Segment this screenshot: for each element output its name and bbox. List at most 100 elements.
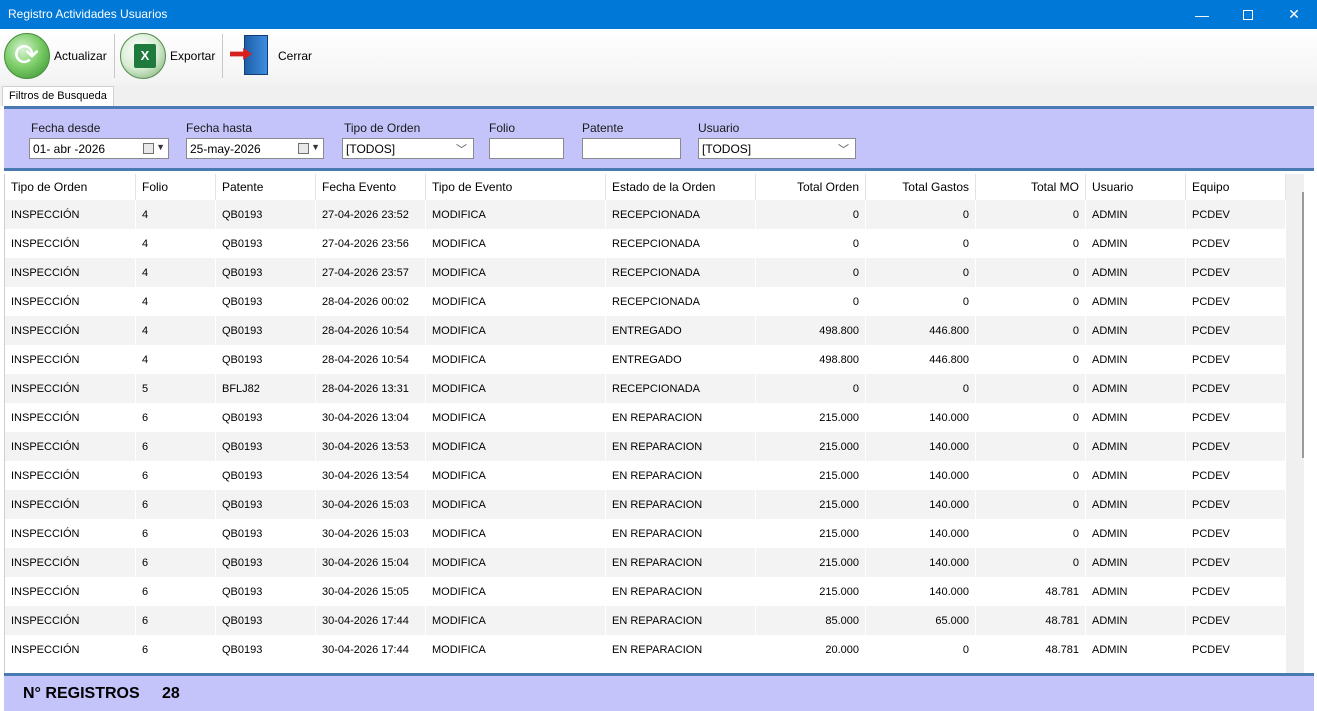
toolbar: Actualizar X Exportar Cerrar bbox=[0, 29, 1317, 85]
column-header-total-mo[interactable]: Total MO bbox=[976, 174, 1086, 200]
cell-estado-orden: EN REPARACION bbox=[606, 461, 756, 490]
cell-estado-orden: ENTREGADO bbox=[606, 316, 756, 345]
table-row[interactable]: INSPECCIÓN 6 QB0193 30-04-2026 17:44 MODIFIC… bbox=[5, 606, 1286, 635]
chevron-down-icon[interactable]: ﹀ bbox=[838, 141, 849, 157]
cell-usuario: ADMIN bbox=[1086, 432, 1186, 461]
export-button[interactable]: X Exportar bbox=[120, 32, 215, 80]
cell-usuario: ADMIN bbox=[1086, 461, 1186, 490]
table-row[interactable]: INSPECCIÓN 4 QB0193 27-04-2026 23:57 MODIFIC… bbox=[5, 258, 1286, 287]
cell-total-gastos: 0 bbox=[866, 374, 976, 403]
column-header-tipo-orden[interactable]: Tipo de Orden bbox=[5, 174, 136, 200]
filter-panel: Fecha desde 01- abr -2026 ▼ Fecha hasta … bbox=[4, 106, 1314, 171]
minimize-button[interactable]: — bbox=[1179, 0, 1225, 29]
cell-tipo-evento: MODIFICA bbox=[426, 548, 606, 577]
title-bar: Registro Actividades Usuarios — ✕ bbox=[0, 0, 1317, 29]
scrollbar-thumb[interactable] bbox=[1302, 192, 1304, 458]
cell-patente: BFLJ82 bbox=[216, 374, 316, 403]
cell-fecha-evento: 28-04-2026 10:54 bbox=[316, 316, 426, 345]
date-to-value: 25-may-2026 bbox=[190, 142, 261, 156]
plate-input[interactable] bbox=[582, 138, 681, 159]
column-header-equipo[interactable]: Equipo bbox=[1186, 174, 1286, 200]
table-row[interactable]: INSPECCIÓN 6 QB0193 30-04-2026 15:03 MODIFIC… bbox=[5, 519, 1286, 548]
table-row[interactable]: INSPECCIÓN 4 QB0193 28-04-2026 00:02 MODIFIC… bbox=[5, 287, 1286, 316]
chevron-down-icon[interactable]: ﹀ bbox=[456, 141, 467, 157]
cell-equipo: PCDEV bbox=[1186, 287, 1286, 316]
cell-fecha-evento: 28-04-2026 00:02 bbox=[316, 287, 426, 316]
table-row[interactable]: INSPECCIÓN 6 QB0193 30-04-2026 15:04 MODIFIC… bbox=[5, 548, 1286, 577]
column-header-usuario[interactable]: Usuario bbox=[1086, 174, 1186, 200]
cell-estado-orden: EN REPARACION bbox=[606, 432, 756, 461]
column-header-patente[interactable]: Patente bbox=[216, 174, 316, 200]
close-window-button[interactable]: ✕ bbox=[1271, 0, 1317, 29]
tab-search-filters[interactable]: Filtros de Busqueda bbox=[2, 86, 114, 106]
cell-folio: 4 bbox=[136, 200, 216, 229]
table-row[interactable]: INSPECCIÓN 6 QB0193 30-04-2026 13:04 MODIFIC… bbox=[5, 403, 1286, 432]
column-header-total-orden[interactable]: Total Orden bbox=[756, 174, 866, 200]
cell-total-mo: 48.781 bbox=[976, 606, 1086, 635]
date-to-picker[interactable]: 25-may-2026 ▼ bbox=[186, 138, 324, 159]
cell-tipo-orden: INSPECCIÓN bbox=[5, 432, 136, 461]
dropdown-arrow-icon[interactable]: ▼ bbox=[311, 142, 320, 152]
table-row[interactable]: INSPECCIÓN 4 QB0193 28-04-2026 10:54 MODIFIC… bbox=[5, 345, 1286, 374]
user-select[interactable]: [TODOS] ﹀ bbox=[698, 138, 856, 159]
cell-total-gastos: 140.000 bbox=[866, 519, 976, 548]
cell-folio: 4 bbox=[136, 345, 216, 374]
table-row[interactable]: INSPECCIÓN 6 QB0193 30-04-2026 17:44 MODIFIC… bbox=[5, 635, 1286, 664]
cell-tipo-orden: INSPECCIÓN bbox=[5, 258, 136, 287]
cell-total-gastos: 140.000 bbox=[866, 403, 976, 432]
cell-patente: QB0193 bbox=[216, 461, 316, 490]
exit-door-icon bbox=[228, 33, 272, 79]
order-type-label: Tipo de Orden bbox=[344, 121, 421, 135]
cell-total-mo: 0 bbox=[976, 461, 1086, 490]
refresh-button[interactable]: Actualizar bbox=[4, 32, 107, 80]
table-row[interactable]: INSPECCIÓN 4 QB0193 27-04-2026 23:56 MODIFIC… bbox=[5, 229, 1286, 258]
cell-patente: QB0193 bbox=[216, 432, 316, 461]
order-type-select[interactable]: [TODOS] ﹀ bbox=[342, 138, 474, 159]
table-row[interactable]: INSPECCIÓN 6 QB0193 30-04-2026 13:54 MODIFIC… bbox=[5, 461, 1286, 490]
calendar-icon[interactable] bbox=[143, 143, 154, 154]
table-row[interactable]: INSPECCIÓN 5 BFLJ82 28-04-2026 13:31 MODIFIC… bbox=[5, 374, 1286, 403]
dropdown-arrow-icon[interactable]: ▼ bbox=[156, 142, 165, 152]
table-row[interactable]: INSPECCIÓN 6 QB0193 30-04-2026 15:05 MODIFIC… bbox=[5, 577, 1286, 606]
cell-fecha-evento: 30-04-2026 15:05 bbox=[316, 577, 426, 606]
cell-patente: QB0193 bbox=[216, 345, 316, 374]
cell-tipo-orden: INSPECCIÓN bbox=[5, 519, 136, 548]
cell-total-gastos: 140.000 bbox=[866, 432, 976, 461]
cell-patente: QB0193 bbox=[216, 258, 316, 287]
cell-tipo-orden: INSPECCIÓN bbox=[5, 577, 136, 606]
column-header-total-gastos[interactable]: Total Gastos bbox=[866, 174, 976, 200]
cell-fecha-evento: 30-04-2026 17:44 bbox=[316, 606, 426, 635]
table-row[interactable]: INSPECCIÓN 6 QB0193 30-04-2026 15:03 MODIFIC… bbox=[5, 490, 1286, 519]
column-header-folio[interactable]: Folio bbox=[136, 174, 216, 200]
cell-patente: QB0193 bbox=[216, 490, 316, 519]
cell-patente: QB0193 bbox=[216, 635, 316, 664]
exit-label: Cerrar bbox=[278, 49, 313, 63]
cell-equipo: PCDEV bbox=[1186, 258, 1286, 287]
activity-grid[interactable]: Tipo de Orden Folio Patente Fecha Evento Tip… bbox=[4, 174, 1314, 673]
table-row[interactable]: INSPECCIÓN 4 QB0193 27-04-2026 23:52 MODIFIC… bbox=[5, 200, 1286, 229]
cell-patente: QB0193 bbox=[216, 548, 316, 577]
cell-fecha-evento: 27-04-2026 23:52 bbox=[316, 200, 426, 229]
cell-fecha-evento: 27-04-2026 23:56 bbox=[316, 229, 426, 258]
cell-usuario: ADMIN bbox=[1086, 635, 1186, 664]
column-header-tipo-evento[interactable]: Tipo de Evento bbox=[426, 174, 606, 200]
maximize-button[interactable] bbox=[1225, 0, 1271, 29]
close-icon: ✕ bbox=[1288, 6, 1300, 22]
date-from-picker[interactable]: 01- abr -2026 ▼ bbox=[29, 138, 169, 159]
cell-total-gastos: 446.800 bbox=[866, 316, 976, 345]
table-row[interactable]: INSPECCIÓN 4 QB0193 28-04-2026 10:54 MODIFIC… bbox=[5, 316, 1286, 345]
toolbar-divider bbox=[222, 34, 223, 78]
column-header-estado-orden[interactable]: Estado de la Orden bbox=[606, 174, 756, 200]
cell-total-mo: 48.781 bbox=[976, 577, 1086, 606]
exit-button[interactable]: Cerrar bbox=[228, 32, 312, 80]
order-type-value: [TODOS] bbox=[346, 142, 396, 156]
column-header-fecha-evento[interactable]: Fecha Evento bbox=[316, 174, 426, 200]
excel-export-icon: X bbox=[120, 33, 166, 79]
vertical-scrollbar[interactable] bbox=[1286, 174, 1304, 673]
cell-tipo-orden: INSPECCIÓN bbox=[5, 490, 136, 519]
cell-patente: QB0193 bbox=[216, 606, 316, 635]
calendar-icon[interactable] bbox=[298, 143, 309, 154]
table-row[interactable]: INSPECCIÓN 6 QB0193 30-04-2026 13:53 MODIFIC… bbox=[5, 432, 1286, 461]
folio-input[interactable] bbox=[489, 138, 564, 159]
cell-patente: QB0193 bbox=[216, 316, 316, 345]
